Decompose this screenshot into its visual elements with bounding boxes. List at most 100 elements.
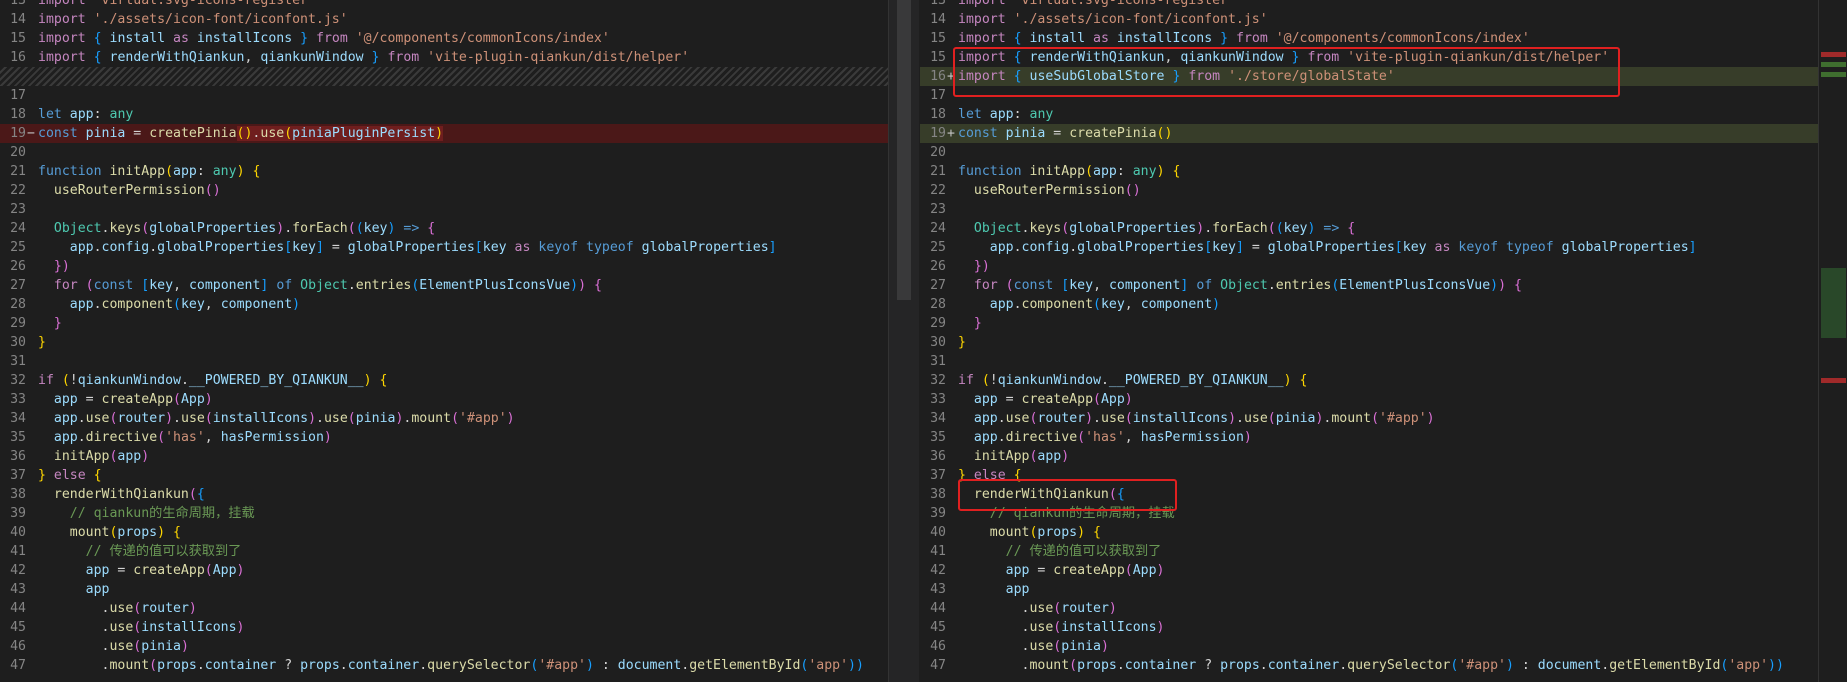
code-line[interactable]: 39 // qiankun的生命周期，挂载 xyxy=(920,504,1818,523)
code-line[interactable]: 28 app.component(key, component) xyxy=(920,295,1818,314)
code-line[interactable]: 33 app = createApp(App) xyxy=(920,390,1818,409)
code-token: ( xyxy=(451,411,460,426)
code-text: app = createApp(App) xyxy=(958,561,1165,580)
code-line[interactable]: 18 let app: any xyxy=(0,105,888,124)
code-token: { xyxy=(1172,164,1181,179)
code-line[interactable]: 47 .mount(props.container ? props.contai… xyxy=(0,656,888,675)
minimap[interactable] xyxy=(1818,0,1847,682)
code-line[interactable]: 35 app.directive('has', hasPermission) xyxy=(0,428,888,447)
code-line[interactable]: 34 app.use(router).use(installIcons).use… xyxy=(0,409,888,428)
inserted-line[interactable]: 19 + const pinia = createPinia() xyxy=(920,124,1818,143)
deleted-line[interactable]: 19− const pinia = createPinia().use(pinia… xyxy=(0,124,888,143)
code-line[interactable]: 16 import { renderWithQiankun, qiankunWin… xyxy=(0,48,888,67)
code-line[interactable]: 36 initApp(app) xyxy=(0,447,888,466)
code-line[interactable]: 41 // 传递的值可以获取到了 xyxy=(0,542,888,561)
code-line[interactable]: 17 xyxy=(920,86,1818,105)
code-line[interactable]: 47 .mount(props.container ? props.contai… xyxy=(920,656,1818,675)
code-line[interactable]: 26 }) xyxy=(0,257,888,276)
code-line[interactable]: 29 } xyxy=(0,314,888,333)
code-line[interactable]: 39 // qiankun的生命周期，挂载 xyxy=(0,504,888,523)
line-number: 41 xyxy=(930,544,946,559)
code-line[interactable]: 45 .use(installIcons) xyxy=(920,618,1818,637)
code-line[interactable]: 22 useRouterPermission() xyxy=(0,181,888,200)
code-line[interactable]: 22 useRouterPermission() xyxy=(920,181,1818,200)
code-line[interactable]: 13 import 'virtual:svg-icons-register' xyxy=(0,0,888,10)
code-line[interactable]: 37} else { xyxy=(0,466,888,485)
code-line[interactable]: 35 app.directive('has', hasPermission) xyxy=(920,428,1818,447)
code-line[interactable]: 18 let app: any xyxy=(920,105,1818,124)
code-line[interactable]: 24 Object.keys(globalProperties).forEach… xyxy=(0,219,888,238)
code-line[interactable]: 44 .use(router) xyxy=(0,599,888,618)
code-line[interactable]: 40 mount(props) { xyxy=(0,523,888,542)
scrollbar-thumb[interactable] xyxy=(897,0,911,300)
line-number: 27 xyxy=(930,278,946,293)
code-line[interactable]: 15 import { install as installIcons } fro… xyxy=(0,29,888,48)
code-line[interactable]: 38 renderWithQiankun({ xyxy=(0,485,888,504)
code-line[interactable]: 28 app.component(key, component) xyxy=(0,295,888,314)
diff-original-pane[interactable]: 13 import 'virtual:svg-icons-register' 14 i… xyxy=(0,0,888,682)
code-line[interactable]: 42 app = createApp(App) xyxy=(920,561,1818,580)
code-token: . xyxy=(1339,658,1348,673)
diff-filler[interactable] xyxy=(0,67,888,86)
code-text: app xyxy=(958,580,1030,599)
code-line[interactable]: 33 app = createApp(App) xyxy=(0,390,888,409)
code-line[interactable]: 23 xyxy=(0,200,888,219)
code-token: use xyxy=(85,411,110,426)
line-number: 24 xyxy=(10,221,26,236)
code-line[interactable]: 37} else { xyxy=(920,466,1818,485)
code-line[interactable]: 25 app.config.globalProperties[key] = gl… xyxy=(920,238,1818,257)
code-line[interactable]: 45 .use(installIcons) xyxy=(0,618,888,637)
line-number: 34 xyxy=(930,411,946,426)
code-line[interactable]: 30} xyxy=(920,333,1818,352)
code-line[interactable]: 43 app xyxy=(0,580,888,599)
code-line[interactable]: 29 } xyxy=(920,314,1818,333)
code-line[interactable]: 30} xyxy=(0,333,888,352)
code-line[interactable]: 20 xyxy=(0,143,888,162)
code-token: = xyxy=(77,392,102,407)
code-line[interactable]: 20 xyxy=(920,143,1818,162)
code-token: { xyxy=(196,487,205,502)
code-line[interactable]: 26 }) xyxy=(920,257,1818,276)
code-line[interactable]: 32 if (!qiankunWindow.__POWERED_BY_QIANKU… xyxy=(0,371,888,390)
code-line[interactable]: 32 if (!qiankunWindow.__POWERED_BY_QIANKU… xyxy=(920,371,1818,390)
code-text: let app: any xyxy=(38,105,133,124)
code-line[interactable]: 27 for (const [key, component] of Object… xyxy=(920,276,1818,295)
code-line[interactable]: 25 app.config.globalProperties[key] = gl… xyxy=(0,238,888,257)
diff-overview-ruler[interactable] xyxy=(888,0,919,682)
code-line[interactable]: 21 function initApp(app: any) { xyxy=(920,162,1818,181)
code-line[interactable]: 44 .use(router) xyxy=(920,599,1818,618)
code-line[interactable]: 42 app = createApp(App) xyxy=(0,561,888,580)
code-line[interactable]: 13 import 'virtual:svg-icons-register' xyxy=(920,0,1818,10)
code-text: app = createApp(App) xyxy=(38,561,245,580)
code-line[interactable]: 23 xyxy=(920,200,1818,219)
code-line[interactable]: 46 .use(pinia) xyxy=(920,637,1818,656)
code-line[interactable]: 17 xyxy=(0,86,888,105)
code-line[interactable]: 40 mount(props) { xyxy=(920,523,1818,542)
code-line[interactable]: 27 for (const [key, component] of Object… xyxy=(0,276,888,295)
code-token: 'virtual:svg-icons-register' xyxy=(93,0,316,8)
code-line[interactable]: 15 import { renderWithQiankun, qiankunWin… xyxy=(920,48,1818,67)
code-line[interactable]: 31 xyxy=(920,352,1818,371)
code-line[interactable]: 14 import './assets/icon-font/iconfont.js… xyxy=(0,10,888,29)
code-line[interactable]: 34 app.use(router).use(installIcons).use… xyxy=(920,409,1818,428)
code-text: // 传递的值可以获取到了 xyxy=(958,542,1162,561)
code-line[interactable]: 15 import { install as installIcons } fro… xyxy=(920,29,1818,48)
diff-modified-pane[interactable]: 13 import 'virtual:svg-icons-register' 14 i… xyxy=(920,0,1818,682)
code-line[interactable]: 41 // 传递的值可以获取到了 xyxy=(920,542,1818,561)
code-line[interactable]: 38 renderWithQiankun({ xyxy=(920,485,1818,504)
code-token: for xyxy=(973,278,998,293)
inserted-line[interactable]: 16 + import { useSubGlobalStore } from './… xyxy=(920,67,1818,86)
code-line[interactable]: 31 xyxy=(0,352,888,371)
code-line[interactable]: 24 Object.keys(globalProperties).forEach… xyxy=(920,219,1818,238)
code-line[interactable]: 21 function initApp(app: any) { xyxy=(0,162,888,181)
code-line[interactable]: 46 .use(pinia) xyxy=(0,637,888,656)
code-token: Object xyxy=(300,278,348,293)
line-number: 35 xyxy=(10,430,26,445)
code-line[interactable]: 43 app xyxy=(920,580,1818,599)
code-line[interactable]: 14 import './assets/icon-font/iconfont.js… xyxy=(920,10,1818,29)
code-line[interactable]: 36 initApp(app) xyxy=(920,447,1818,466)
